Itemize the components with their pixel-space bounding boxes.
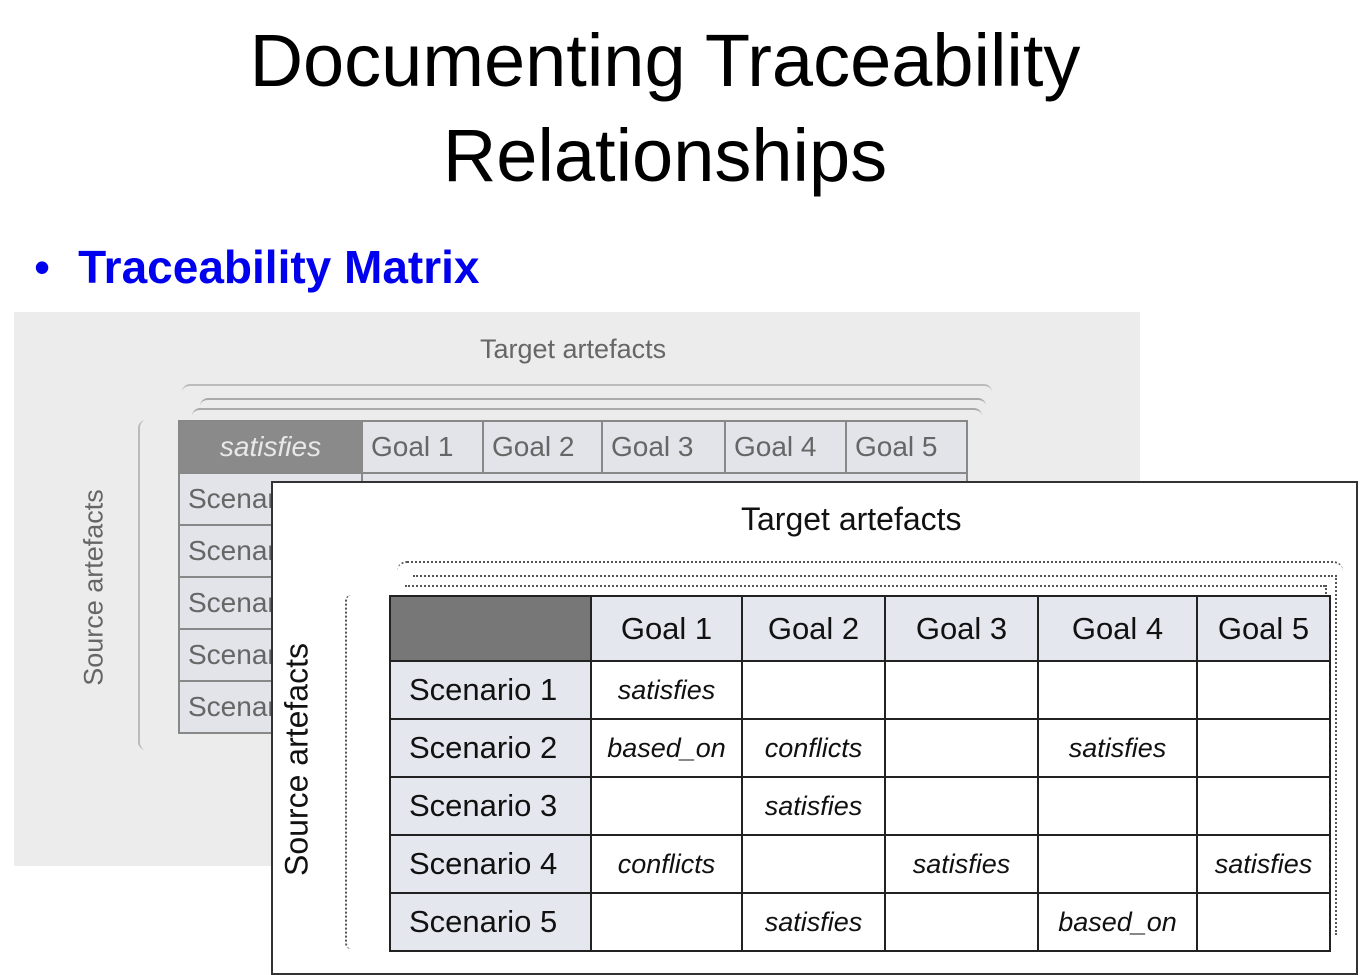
column-header: Goal 1 [590, 595, 743, 662]
column-header: Goal 5 [1196, 595, 1331, 662]
relationship-cell: satisfies [741, 776, 886, 836]
relationship-cell [884, 660, 1039, 720]
column-header: Goal 3 [884, 595, 1039, 662]
front-stack-line [405, 585, 1325, 587]
relationship-cell [1196, 660, 1331, 720]
row-header: Scenario 5 [389, 892, 592, 952]
row-header: Scenario 2 [389, 718, 592, 778]
front-stack-line [1335, 575, 1337, 935]
back-col-header: Goal 2 [482, 420, 603, 474]
relationship-cell [590, 892, 743, 952]
foreground-figure: Target artefacts Source artefacts Goal 1… [271, 481, 1358, 975]
relationship-cell: satisfies [1196, 834, 1331, 894]
traceability-matrix: Goal 1 Goal 2 Goal 3 Goal 4 Goal 5 Scenario … [389, 595, 1331, 952]
slide-title-line-1: Documenting Traceability [249, 19, 1081, 102]
back-target-brace [182, 384, 992, 392]
back-col-header: Goal 1 [361, 420, 484, 474]
back-col-header: Goal 3 [601, 420, 726, 474]
back-stack-line [192, 408, 982, 416]
relationship-cell [884, 892, 1039, 952]
back-source-brace [138, 420, 146, 750]
corner-cell [389, 595, 592, 662]
back-col-header: Goal 4 [724, 420, 847, 474]
matrix-row: Scenario 1 satisfies [389, 660, 1331, 720]
relationship-cell: based_on [1037, 892, 1198, 952]
relationship-cell [884, 776, 1039, 836]
relationship-cell [590, 776, 743, 836]
back-corner-cell: satisfies [178, 420, 363, 474]
bullet-text: Traceability Matrix [78, 241, 480, 293]
row-header: Scenario 1 [389, 660, 592, 720]
back-target-label: Target artefacts [480, 334, 667, 364]
row-header: Scenario 4 [389, 834, 592, 894]
relationship-cell [1196, 776, 1331, 836]
column-header: Goal 4 [1037, 595, 1198, 662]
relationship-cell [1037, 660, 1198, 720]
slide-title-line-2: Relationships [442, 114, 888, 197]
bullet-item: • Traceability Matrix [34, 240, 480, 294]
relationship-cell: satisfies [1037, 718, 1198, 778]
relationship-cell: conflicts [741, 718, 886, 778]
matrix-row: Scenario 5 satisfies based_on [389, 892, 1331, 952]
back-col-header: Goal 5 [845, 420, 968, 474]
front-source-label: Source artefacts [278, 643, 315, 876]
relationship-cell: satisfies [590, 660, 743, 720]
matrix-row: Scenario 2 based_on conflicts satisfies [389, 718, 1331, 778]
column-header: Goal 2 [741, 595, 886, 662]
back-stack-line [200, 398, 986, 406]
matrix-row: Scenario 4 conflicts satisfies satisfies [389, 834, 1331, 894]
relationship-cell: conflicts [590, 834, 743, 894]
relationship-cell [741, 834, 886, 894]
relationship-cell [1196, 892, 1331, 952]
relationship-cell: satisfies [741, 892, 886, 952]
relationship-cell [741, 660, 886, 720]
front-stack-line [413, 575, 1333, 577]
relationship-cell: satisfies [884, 834, 1039, 894]
relationship-cell [884, 718, 1039, 778]
front-target-label: Target artefacts [741, 501, 962, 537]
bullet-marker: • [34, 241, 51, 293]
row-header: Scenario 3 [389, 776, 592, 836]
relationship-cell [1196, 718, 1331, 778]
front-target-brace [397, 561, 1343, 571]
matrix-row: Scenario 3 satisfies [389, 776, 1331, 836]
relationship-cell [1037, 776, 1198, 836]
back-source-label: Source artefacts [78, 489, 109, 686]
front-source-brace [345, 595, 351, 949]
relationship-cell: based_on [590, 718, 743, 778]
relationship-cell [1037, 834, 1198, 894]
